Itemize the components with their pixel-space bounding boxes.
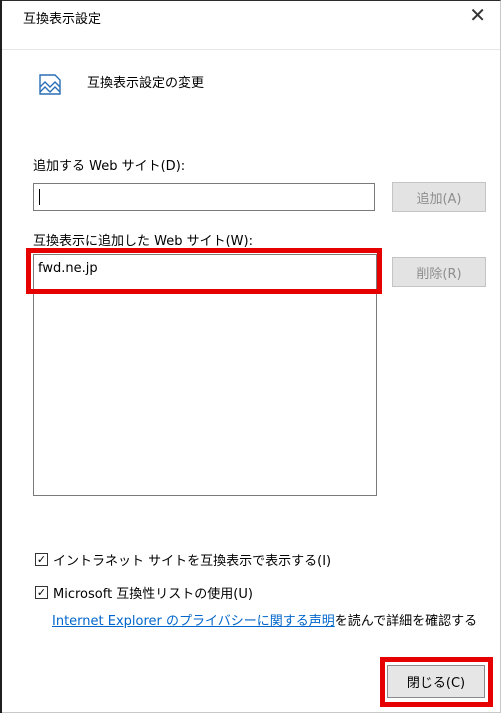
added-sites-list[interactable]: fwd.ne.jp (33, 254, 377, 496)
microsoft-list-checkbox[interactable]: ✓ (35, 586, 48, 599)
privacy-line: Internet Explorer のプライバシーに関する声明を読んで詳細を確認… (52, 610, 477, 629)
add-site-label: 追加する Web サイト(D): (33, 159, 186, 174)
title-bar: 互換表示設定 ✕ (1, 1, 500, 31)
dialog-heading: 互換表示設定の変更 (87, 76, 205, 91)
remove-button[interactable]: 削除(R) (392, 257, 486, 287)
add-button[interactable]: 追加(A) (392, 182, 486, 212)
title-divider (1, 49, 500, 50)
text-caret (39, 189, 40, 205)
intranet-label: イントラネット サイトを互換表示で表示する(I) (53, 554, 332, 569)
window-title: 互換表示設定 (23, 12, 102, 27)
window-edge (0, 0, 2, 713)
close-icon[interactable]: ✕ (469, 5, 486, 25)
compat-view-icon (39, 74, 61, 95)
close-button[interactable]: 閉じる(C) (387, 665, 485, 698)
intranet-option[interactable]: ✓ イントラネット サイトを互換表示で表示する(I) (35, 550, 331, 569)
microsoft-list-label: Microsoft 互換性リストの使用(U) (53, 587, 253, 602)
list-item[interactable]: fwd.ne.jp (38, 261, 98, 276)
added-sites-label: 互換表示に追加した Web サイト(W): (33, 234, 253, 249)
privacy-suffix: を読んで詳細を確認する (334, 614, 478, 629)
microsoft-list-option[interactable]: ✓ Microsoft 互換性リストの使用(U) (35, 583, 253, 602)
privacy-link[interactable]: Internet Explorer のプライバシーに関する声明 (52, 614, 335, 629)
compat-view-dialog: 互換表示設定 ✕ 互換表示設定の変更 追加する Web サイト(D): 追加(A… (0, 0, 501, 713)
intranet-checkbox[interactable]: ✓ (35, 553, 48, 566)
add-site-input[interactable] (33, 183, 375, 211)
